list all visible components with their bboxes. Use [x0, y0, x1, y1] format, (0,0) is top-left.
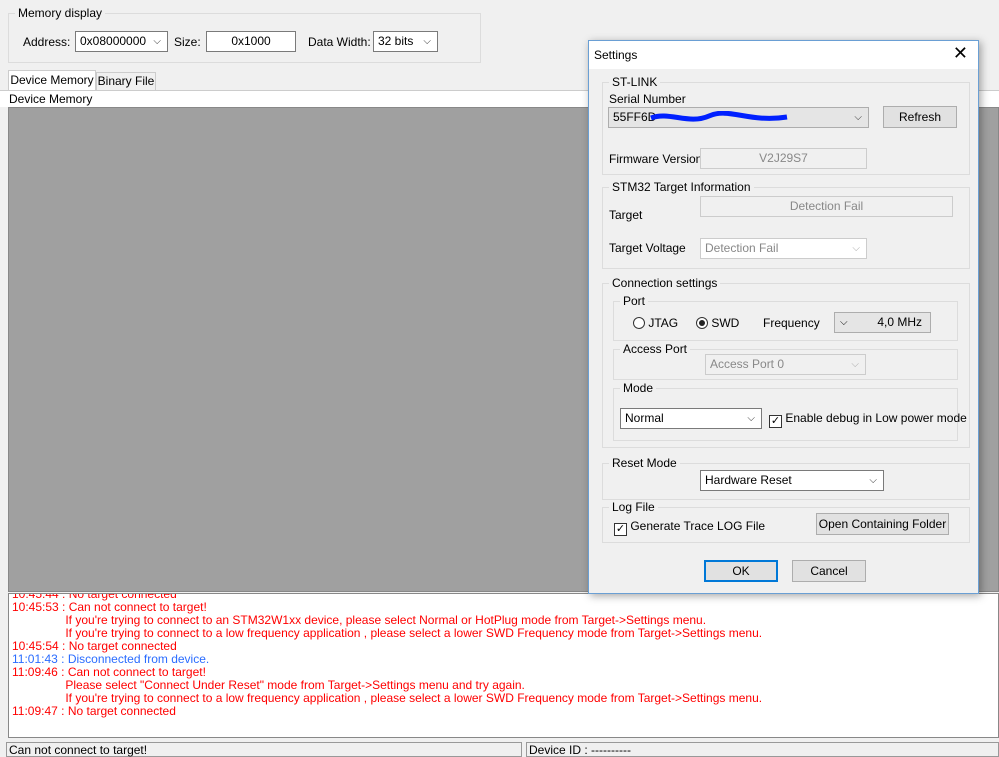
log-line: 11:09:47 : No target connected — [12, 704, 176, 718]
data-width-label: Data Width: — [308, 35, 371, 49]
redaction-scribble — [650, 111, 788, 122]
tab-binary-file[interactable]: Binary File — [96, 72, 156, 90]
swd-label: SWD — [711, 316, 740, 330]
dialog-title: Settings — [594, 48, 638, 62]
settings-dialog: Settings ✕ ST-LINK Serial Number 55FF6D … — [588, 40, 979, 594]
checkmark-icon: ✓ — [769, 415, 782, 428]
address-combo[interactable]: 0x08000000 ⌵ — [75, 31, 168, 52]
jtag-label: JTAG — [648, 316, 679, 330]
data-width-combo[interactable]: 32 bits ⌵ — [373, 31, 438, 52]
mode-combo[interactable]: Normal ⌵ — [620, 408, 762, 429]
radio-selected-icon — [696, 317, 708, 329]
address-value: 0x08000000 — [80, 34, 147, 48]
device-id-status: Device ID : ---------- — [526, 742, 999, 757]
voltage-label: Target Voltage — [609, 241, 686, 255]
chevron-down-icon: ⌵ — [869, 475, 877, 486]
frequency-value: 4,0 MHz — [877, 315, 922, 329]
voltage-combo: Detection Fail ⌵ — [700, 238, 867, 259]
chevron-down-icon: ⌵ — [852, 243, 860, 254]
low-power-checkbox[interactable]: ✓ Enable debug in Low power mode — [769, 411, 967, 428]
access-port-combo: Access Port 0 ⌵ — [705, 354, 866, 375]
chevron-down-icon: ⌵ — [854, 112, 862, 123]
low-power-label: Enable debug in Low power mode — [785, 411, 967, 425]
generate-log-label: Generate Trace LOG File — [630, 519, 766, 533]
voltage-value: Detection Fail — [705, 241, 779, 255]
chevron-down-icon: ⌵ — [423, 36, 431, 47]
firmware-label: Firmware Version — [609, 152, 703, 166]
memory-display-title: Memory display — [15, 6, 106, 20]
mode-value: Normal — [625, 411, 664, 425]
status-message: Can not connect to target! — [6, 742, 522, 757]
firmware-value: V2J29S7 — [700, 148, 867, 169]
reset-mode-combo[interactable]: Hardware Reset ⌵ — [700, 470, 884, 491]
stlink-title: ST-LINK — [609, 75, 661, 89]
tab-device-memory[interactable]: Device Memory — [8, 70, 96, 90]
jtag-radio[interactable]: JTAG — [633, 316, 678, 330]
open-folder-button[interactable]: Open Containing Folder — [816, 513, 949, 535]
frequency-combo[interactable]: ⌵ 4,0 MHz — [834, 312, 931, 333]
size-input[interactable]: 0x1000 — [206, 31, 296, 52]
serial-label: Serial Number — [609, 92, 686, 106]
dialog-titlebar: Settings ✕ — [589, 41, 978, 69]
checkmark-icon: ✓ — [614, 523, 627, 536]
address-label: Address: — [23, 35, 71, 49]
swd-radio[interactable]: SWD — [696, 316, 739, 330]
mode-title: Mode — [620, 381, 657, 395]
refresh-button[interactable]: Refresh — [883, 106, 957, 128]
chevron-down-icon: ⌵ — [153, 36, 161, 47]
access-port-title: Access Port — [620, 342, 691, 356]
target-label: Target — [609, 208, 643, 222]
log-file-title: Log File — [609, 500, 658, 514]
close-icon[interactable]: ✕ — [953, 43, 968, 64]
chevron-down-icon: ⌵ — [851, 359, 859, 370]
target-info-title: STM32 Target Information — [609, 180, 754, 194]
ok-button[interactable]: OK — [704, 560, 778, 582]
generate-log-checkbox[interactable]: ✓ Generate Trace LOG File — [614, 519, 765, 536]
reset-mode-value: Hardware Reset — [705, 473, 792, 487]
log-console[interactable]: 10:45:44 : No target connected 10:45:53 … — [8, 593, 999, 738]
data-width-value: 32 bits — [378, 34, 414, 48]
target-value: Detection Fail — [700, 196, 953, 217]
frequency-label: Frequency — [763, 316, 820, 330]
cancel-button[interactable]: Cancel — [792, 560, 866, 582]
chevron-down-icon: ⌵ — [747, 413, 755, 424]
port-title: Port — [620, 294, 649, 308]
size-label: Size: — [174, 35, 201, 49]
serial-number-combo[interactable]: 55FF6D ⌵ — [608, 107, 869, 128]
chevron-down-icon: ⌵ — [840, 317, 848, 328]
radio-icon — [633, 317, 645, 329]
access-port-value: Access Port 0 — [710, 357, 785, 371]
reset-mode-title: Reset Mode — [609, 456, 680, 470]
connection-title: Connection settings — [609, 276, 721, 290]
